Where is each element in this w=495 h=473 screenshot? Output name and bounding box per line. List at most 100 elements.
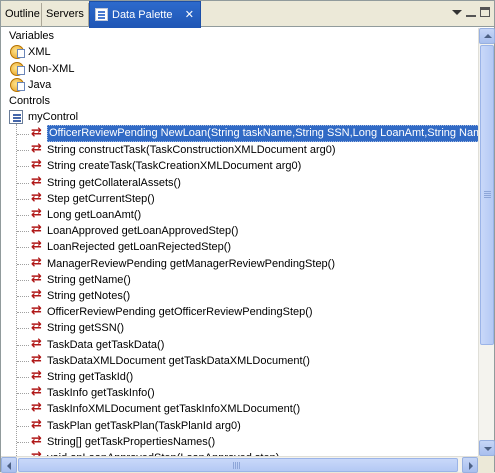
tree-node-label: Non-XML <box>28 63 75 75</box>
method-item[interactable]: TaskPlan getTaskPlan(TaskPlanId arg0) <box>1 417 478 434</box>
data-palette-icon <box>95 8 108 21</box>
method-item[interactable]: String constructTask(TaskConstructionXML… <box>1 141 478 158</box>
method-icon <box>31 238 45 254</box>
method-item[interactable]: String[] getTaskPropertiesNames() <box>1 433 478 450</box>
tree-connector <box>17 409 29 410</box>
scroll-down-button[interactable] <box>479 440 495 456</box>
tree-connector <box>17 280 29 281</box>
method-label: String constructTask(TaskConstructionXML… <box>47 144 336 156</box>
method-icon <box>31 400 45 416</box>
tree-connector <box>17 231 29 232</box>
minimize-icon[interactable] <box>466 7 476 17</box>
method-item[interactable]: TaskInfoXMLDocument getTaskInfoXMLDocume… <box>1 400 478 417</box>
variable-icon <box>10 78 25 92</box>
tree-node-non-xml[interactable]: Non-XML <box>1 61 471 77</box>
method-icon <box>31 157 45 173</box>
tree-node-xml[interactable]: XML <box>1 44 471 60</box>
tab-servers[interactable]: Servers <box>42 3 89 27</box>
horizontal-scrollbar[interactable] <box>1 456 478 473</box>
tree-connector <box>17 264 29 265</box>
method-label: TaskDataXMLDocument getTaskDataXMLDocume… <box>47 355 310 367</box>
method-icon <box>31 303 45 319</box>
scroll-left-button[interactable] <box>1 457 17 473</box>
method-item[interactable]: LoanRejected getLoanRejectedStep() <box>1 238 478 255</box>
tree-view[interactable]: Variables XML Non-XML Java Controls myCo… <box>1 28 478 456</box>
method-item[interactable]: String getNotes() <box>1 287 478 304</box>
method-icon <box>31 174 45 190</box>
tab-data-palette[interactable]: Data Palette ✕ <box>89 1 201 28</box>
method-label: String getSSN() <box>47 322 125 334</box>
data-palette-view: Outline Servers Data Palette ✕ Variables… <box>0 0 495 473</box>
method-item[interactable]: OfficerReviewPending getOfficerReviewPen… <box>1 303 478 320</box>
variable-icon <box>10 62 25 76</box>
tree-node-my-control[interactable]: myControl <box>1 109 471 125</box>
method-item[interactable]: TaskDataXMLDocument getTaskDataXMLDocume… <box>1 352 478 369</box>
method-label: TaskInfoXMLDocument getTaskInfoXMLDocume… <box>47 403 301 415</box>
method-item[interactable]: String getSSN() <box>1 319 478 336</box>
method-icon <box>31 384 45 400</box>
scroll-up-button[interactable] <box>479 28 495 44</box>
method-label: ManagerReviewPending getManagerReviewPen… <box>47 258 336 270</box>
tab-data-palette-label: Data Palette <box>112 9 173 21</box>
method-item[interactable]: Step getCurrentStep() <box>1 190 478 207</box>
close-icon[interactable]: ✕ <box>185 2 194 29</box>
method-icon <box>31 190 45 206</box>
method-label: String getName() <box>47 274 131 286</box>
method-label: TaskData getTaskData() <box>47 339 165 351</box>
tree-connector <box>17 377 29 378</box>
method-icon <box>31 271 45 287</box>
tree-node-java[interactable]: Java <box>1 77 471 93</box>
tree-connector <box>17 166 29 167</box>
tree-connector <box>17 312 29 313</box>
method-label: Long getLoanAmt() <box>47 209 142 221</box>
view-menu-icon[interactable] <box>452 10 462 15</box>
tree-connector <box>17 426 29 427</box>
method-item[interactable]: OfficerReviewPending NewLoan(String task… <box>1 125 478 142</box>
method-item[interactable]: ManagerReviewPending getManagerReviewPen… <box>1 255 478 272</box>
control-icon <box>9 110 23 124</box>
method-icon <box>31 287 45 303</box>
tree-connector <box>17 345 29 346</box>
tree-connector <box>17 134 29 135</box>
tree-connector <box>17 150 29 151</box>
method-icon <box>31 433 45 449</box>
method-icon <box>31 368 45 384</box>
horizontal-scroll-thumb[interactable] <box>18 458 458 472</box>
method-item[interactable]: String getCollateralAssets() <box>1 174 478 191</box>
scroll-right-button[interactable] <box>462 457 478 473</box>
method-item[interactable]: TaskInfo getTaskInfo() <box>1 384 478 401</box>
method-label: TaskInfo getTaskInfo() <box>47 387 155 399</box>
method-icon <box>31 336 45 352</box>
method-label: OfficerReviewPending NewLoan(String task… <box>47 125 478 142</box>
method-item[interactable]: String getTaskId() <box>1 368 478 385</box>
method-label: Step getCurrentStep() <box>47 193 155 205</box>
tree-node-label: Java <box>28 79 52 91</box>
tree-connector <box>17 328 29 329</box>
tab-bar: Outline Servers Data Palette ✕ <box>1 1 494 28</box>
vertical-scrollbar[interactable] <box>478 28 495 456</box>
vertical-scroll-thumb[interactable] <box>480 45 494 345</box>
variable-icon <box>10 45 25 59</box>
method-icon <box>31 206 45 222</box>
tree-connector <box>17 296 29 297</box>
method-icon <box>31 141 45 157</box>
tree-connector <box>17 393 29 394</box>
maximize-icon[interactable] <box>480 7 490 17</box>
method-label: LoanRejected getLoanRejectedStep() <box>47 241 232 253</box>
method-item[interactable]: TaskData getTaskData() <box>1 336 478 353</box>
tree-node-label: myControl <box>28 111 79 123</box>
tree-connector <box>17 247 29 248</box>
tree-connector <box>17 442 29 443</box>
method-item[interactable]: LoanApproved getLoanApprovedStep() <box>1 222 478 239</box>
method-item[interactable]: Long getLoanAmt() <box>1 206 478 223</box>
tree-connector <box>17 215 29 216</box>
method-item[interactable]: String getName() <box>1 271 478 288</box>
tree-node-label: Variables <box>9 30 55 42</box>
tree-connector <box>17 361 29 362</box>
method-icon <box>31 417 45 433</box>
method-item[interactable]: String createTask(TaskCreationXMLDocumen… <box>1 157 478 174</box>
method-icon <box>31 125 45 141</box>
tree-node-label: XML <box>28 46 51 58</box>
tab-outline[interactable]: Outline <box>1 3 42 27</box>
method-label: String getTaskId() <box>47 371 134 383</box>
